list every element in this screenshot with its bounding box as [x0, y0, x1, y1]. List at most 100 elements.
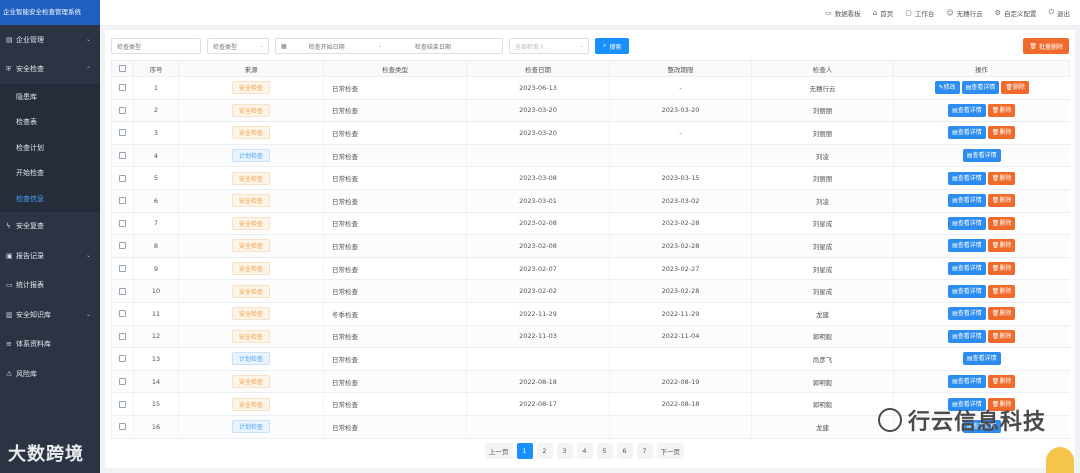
sidebar-item[interactable]: 检查计划 — [0, 135, 100, 161]
view-detail-label: 查看详情 — [957, 332, 982, 340]
checkbox[interactable] — [119, 378, 126, 386]
row-select[interactable] — [111, 370, 134, 394]
topbar-item[interactable]: ⌂ 首页 — [873, 8, 893, 18]
page-button[interactable]: 1 — [516, 443, 533, 459]
row-select[interactable] — [111, 76, 134, 100]
delete-button[interactable]: 🗑删除 — [987, 126, 1016, 140]
sidebar-item[interactable]: ▣ 报告记录 ⌄ — [0, 241, 100, 271]
sidebar-item[interactable]: ▥ 安全知识库 ⌄ — [0, 300, 100, 330]
checkbox[interactable] — [119, 332, 126, 340]
page-button[interactable]: 5 — [596, 443, 613, 459]
view-detail-button[interactable]: ▤查看详情 — [948, 103, 986, 117]
delete-button[interactable]: 🗑删除 — [987, 239, 1016, 253]
row-select[interactable] — [111, 121, 134, 145]
row-select[interactable] — [111, 347, 134, 371]
batch-delete-button[interactable]: 🗑 批量删除 — [1023, 38, 1069, 54]
sidebar-item[interactable]: ⛨ 安全检查 ⌃ — [0, 55, 100, 85]
row-select[interactable] — [111, 99, 134, 123]
page-button[interactable]: 3 — [556, 443, 573, 459]
sidebar-item[interactable]: 检查信息 — [0, 186, 100, 212]
checkbox[interactable] — [119, 355, 126, 363]
sidebar-item[interactable]: 检查表 — [0, 109, 100, 135]
sidebar-item[interactable]: ⚠ 风险库 — [0, 359, 100, 389]
row-select[interactable] — [111, 189, 134, 213]
view-detail-button[interactable]: ▤查看详情 — [962, 352, 1001, 366]
delete-button-label: 删除 — [999, 265, 1012, 273]
view-detail-button[interactable]: ▤查看详情 — [948, 126, 986, 140]
view-detail-button[interactable]: ▤查看详情 — [948, 329, 986, 343]
checkbox[interactable] — [119, 287, 126, 295]
topbar-item[interactable]: ▢ 工作台 — [905, 8, 934, 18]
type-input[interactable]: 检查类型 — [111, 38, 201, 54]
inspector-select[interactable]: 全部检查人 ⌄ — [509, 38, 589, 54]
view-detail-button[interactable]: ▤查看详情 — [948, 216, 986, 230]
sidebar-item[interactable]: ▤ 企业管理 ⌄ — [0, 25, 100, 55]
delete-button[interactable]: 🗑删除 — [1001, 81, 1029, 95]
row-select[interactable] — [111, 144, 134, 168]
row-select[interactable] — [111, 392, 134, 416]
delete-button[interactable]: 🗑删除 — [987, 194, 1016, 208]
page-button[interactable]: 4 — [576, 443, 593, 459]
edit-button[interactable]: ✎修改 — [934, 81, 960, 95]
checkbox[interactable] — [119, 310, 126, 318]
checkbox[interactable] — [119, 106, 126, 114]
view-detail-button[interactable]: ▤查看详情 — [948, 307, 986, 321]
sidebar-item[interactable]: ▭ 统计报表 — [0, 271, 100, 301]
checkbox[interactable] — [119, 174, 126, 182]
checkbox[interactable] — [119, 400, 126, 408]
topbar-item[interactable]: ⏻ 退出 — [1048, 8, 1070, 18]
topbar-item[interactable]: ⚙ 自定义配置 — [995, 8, 1037, 18]
next-page-button[interactable]: 下一页 — [656, 443, 684, 459]
view-detail-button[interactable]: ▤查看详情 — [948, 194, 986, 208]
sidebar-item[interactable]: 开始检查 — [0, 160, 100, 186]
row-select[interactable] — [111, 212, 134, 236]
view-detail-button[interactable]: ▤查看详情 — [961, 81, 1000, 95]
topbar-item[interactable]: ▭ 数据看板 — [825, 8, 861, 18]
checkbox[interactable] — [119, 152, 126, 160]
sidebar-item[interactable]: ≡ 体系资料库 — [0, 330, 100, 360]
checkbox[interactable] — [119, 129, 126, 137]
checkbox[interactable] — [119, 265, 126, 273]
row-select[interactable] — [111, 257, 134, 281]
checkbox[interactable] — [119, 423, 126, 431]
type-select[interactable]: 检查类型 ⌄ — [207, 38, 269, 54]
sidebar-item[interactable]: ϟ 安全复查 — [0, 212, 100, 242]
cell-actions: ▤查看详情 🗑删除 — [893, 234, 1070, 258]
row-select[interactable] — [111, 279, 134, 303]
view-detail-button[interactable]: ▤查看详情 — [948, 375, 986, 389]
view-detail-button[interactable]: ▤查看详情 — [962, 149, 1001, 163]
page-button[interactable]: 7 — [636, 443, 653, 459]
delete-button[interactable]: 🗑删除 — [987, 103, 1016, 117]
view-detail-button[interactable]: ▤查看详情 — [948, 284, 986, 298]
view-detail-button[interactable]: ▤查看详情 — [948, 171, 986, 185]
checkbox[interactable] — [119, 219, 126, 227]
view-detail-label: 查看详情 — [972, 152, 997, 160]
search-button[interactable]: ⌕ 搜索 — [595, 38, 630, 54]
delete-button[interactable]: 🗑删除 — [987, 171, 1016, 185]
checkbox[interactable] — [119, 65, 126, 72]
checkbox[interactable] — [119, 84, 126, 92]
row-select[interactable] — [111, 302, 134, 326]
checkbox[interactable] — [119, 242, 126, 250]
prev-page-button[interactable]: 上一页 — [485, 443, 513, 459]
date-range-picker[interactable]: ▦ 检查开始日期 - 检查结束日期 — [275, 38, 503, 54]
delete-button[interactable]: 🗑删除 — [987, 262, 1016, 276]
delete-button[interactable]: 🗑删除 — [987, 284, 1016, 298]
cell-no: 5 — [133, 166, 179, 190]
header-select-all[interactable] — [111, 60, 134, 77]
view-detail-button[interactable]: ▤查看详情 — [948, 262, 986, 276]
page-button[interactable]: 6 — [616, 443, 633, 459]
delete-button[interactable]: 🗑删除 — [987, 329, 1016, 343]
row-select[interactable] — [111, 415, 134, 439]
view-detail-button[interactable]: ▤查看详情 — [948, 239, 986, 253]
delete-button[interactable]: 🗑删除 — [987, 375, 1016, 389]
delete-button[interactable]: 🗑删除 — [987, 216, 1016, 230]
row-select[interactable] — [111, 234, 134, 258]
topbar-item[interactable]: ☺ 无穗行云 — [946, 8, 982, 18]
delete-button[interactable]: 🗑删除 — [987, 307, 1016, 321]
checkbox[interactable] — [119, 197, 126, 205]
row-select[interactable] — [111, 325, 134, 349]
row-select[interactable] — [111, 166, 134, 190]
page-button[interactable]: 2 — [536, 443, 553, 459]
sidebar-item[interactable]: 隐患库 — [0, 84, 100, 110]
